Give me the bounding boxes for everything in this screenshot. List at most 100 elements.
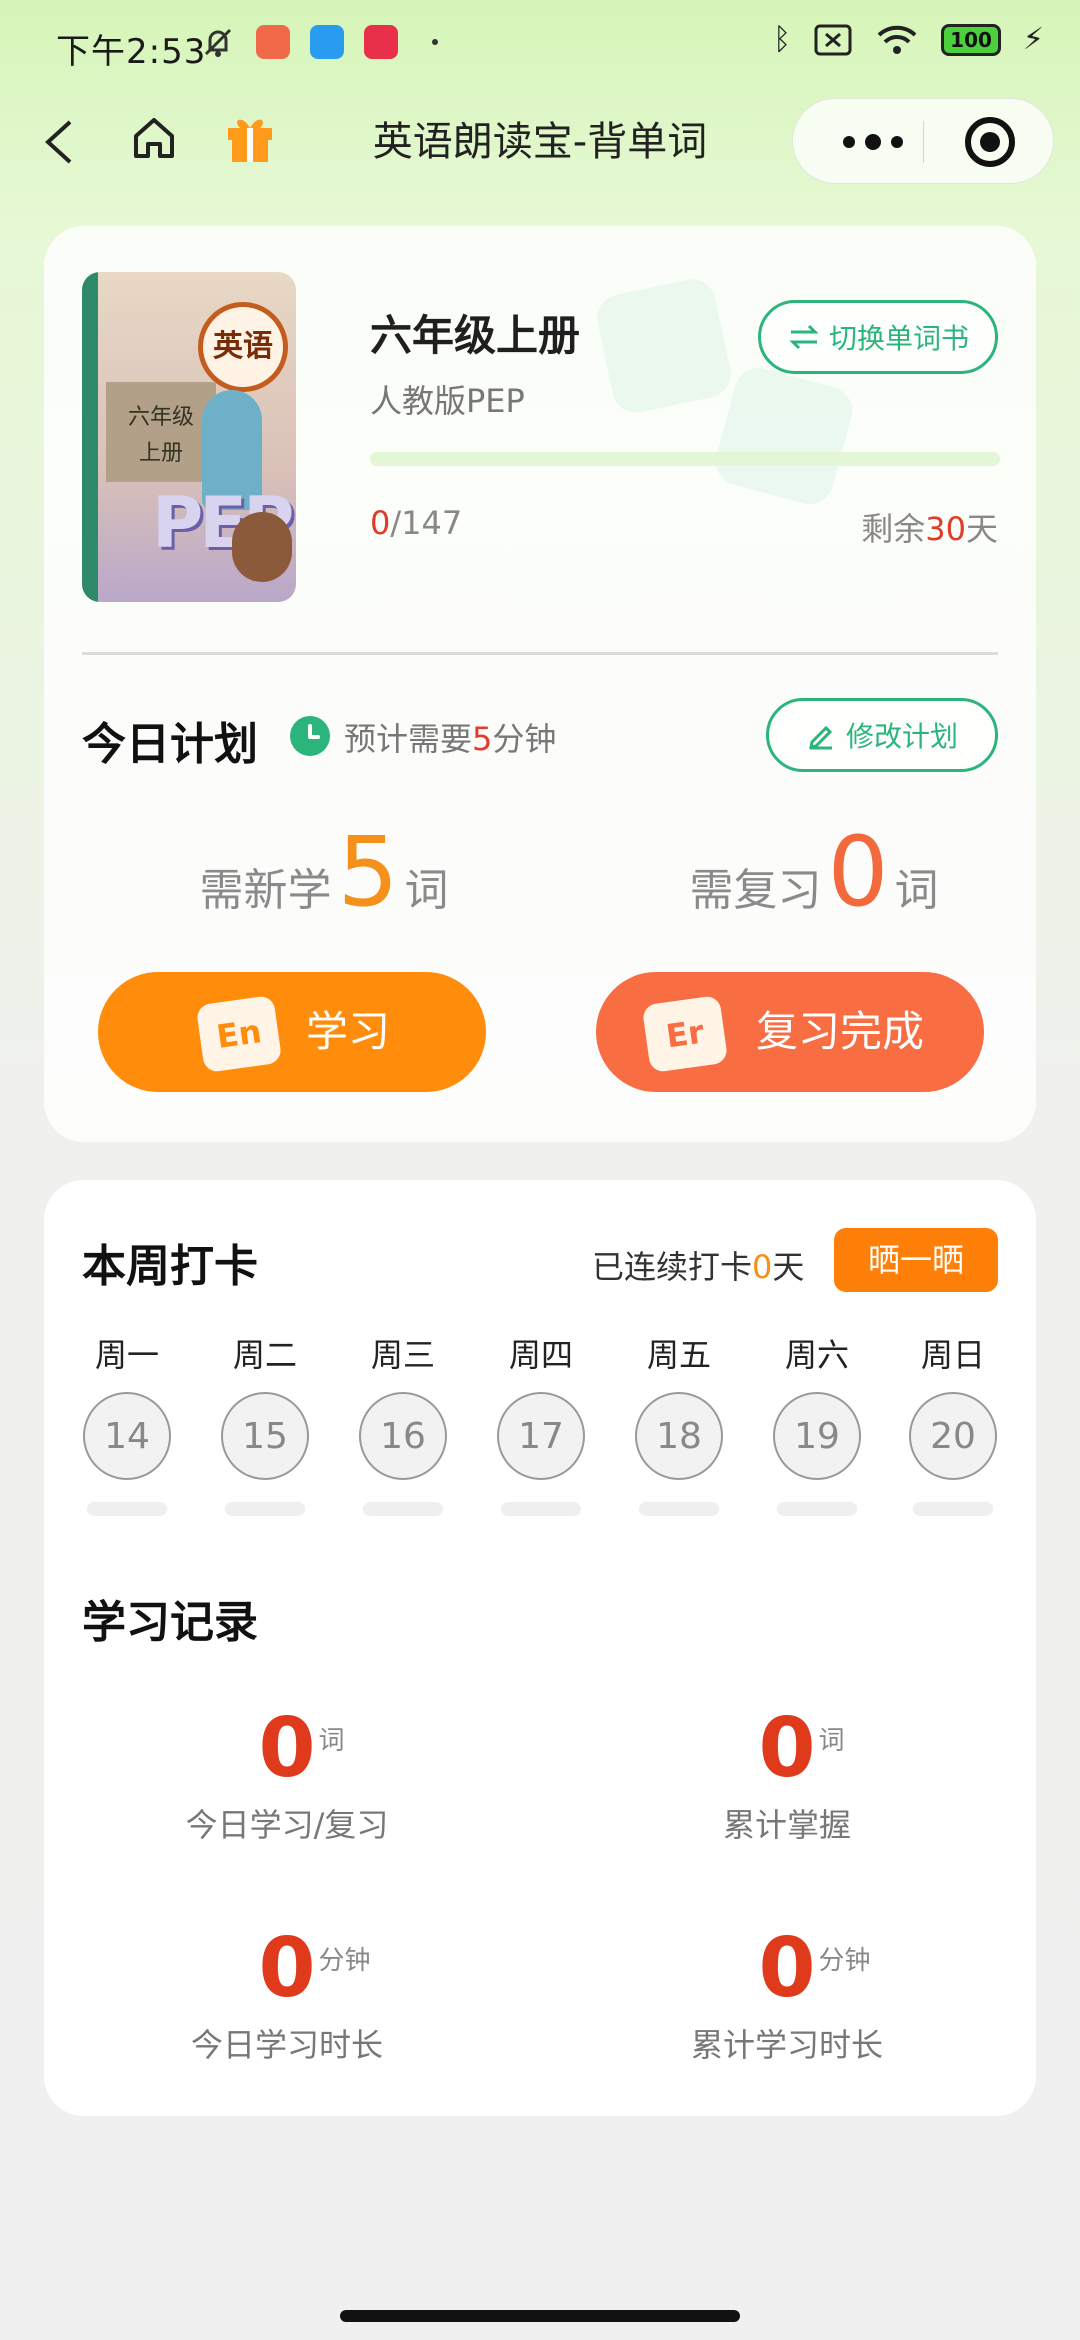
day-item[interactable]: 周三 16	[358, 1330, 448, 1516]
bluetooth-icon: ᛒ	[773, 22, 792, 57]
day-date-circle: 18	[635, 1392, 723, 1480]
day-item[interactable]: 周六 19	[772, 1330, 862, 1516]
new-words-count: 需新学 5 词	[174, 822, 474, 922]
stat-unit: 词	[318, 1726, 345, 1756]
review-done-button[interactable]: Er 复习完成	[596, 972, 984, 1092]
stat-label: 累计掌握	[722, 1806, 851, 1844]
day-date-circle: 17	[497, 1392, 585, 1480]
days-left-prefix: 剩余	[861, 510, 926, 548]
estimate-prefix: 预计需要	[344, 720, 473, 758]
day-name: 周二	[232, 1336, 297, 1374]
day-item[interactable]: 周五 18	[634, 1330, 724, 1516]
checkin-streak: 已连续打卡0天	[592, 1242, 804, 1288]
cover-grade: 六年级	[127, 405, 194, 430]
day-name: 周一	[94, 1336, 159, 1374]
gift-icon[interactable]	[222, 110, 278, 166]
cover-stripe	[82, 272, 98, 602]
day-status-bar	[501, 1502, 581, 1516]
day-date-circle: 19	[773, 1392, 861, 1480]
miniprogram-capsule	[792, 98, 1054, 184]
wifi-icon	[877, 25, 917, 54]
more-notifications-dot	[432, 39, 438, 45]
cover-term: 上册	[138, 441, 183, 466]
system-icons: ᛒ 100 ⚡	[773, 22, 1044, 57]
streak-days: 0	[752, 1248, 773, 1286]
stat-total-mastered: 0词 累计掌握	[622, 1704, 952, 1846]
stat-value: 0	[258, 1701, 316, 1796]
day-status-bar	[913, 1502, 993, 1516]
cover-grade-box: 六年级 上册	[106, 382, 216, 482]
app-notification-icon	[256, 25, 290, 59]
stat-value: 0	[758, 1921, 816, 2016]
day-date-circle: 15	[221, 1392, 309, 1480]
day-status-bar	[87, 1502, 167, 1516]
charging-icon: ⚡	[1022, 22, 1044, 57]
book-progress-bar	[370, 452, 1000, 466]
stat-today-duration: 0 分钟 今日学习时长	[122, 1924, 452, 2066]
cloud-app-icon	[310, 25, 344, 59]
sim-icon	[814, 24, 852, 55]
more-icon[interactable]	[833, 127, 913, 157]
study-button[interactable]: En 学习	[98, 972, 486, 1092]
day-status-bar	[777, 1502, 857, 1516]
plan-estimate: 预计需要5分钟	[344, 714, 556, 760]
days-left: 剩余30天	[861, 504, 998, 550]
estimate-minutes: 5	[472, 720, 493, 758]
study-button-label: 学习	[306, 1007, 391, 1056]
capsule-divider	[923, 121, 924, 163]
book-edition: 人教版PEP	[370, 382, 525, 420]
day-name: 周五	[646, 1336, 711, 1374]
status-time: 下午2:53	[56, 32, 207, 72]
stat-value: 0	[758, 1701, 816, 1796]
mute-bell-icon	[204, 28, 232, 57]
week-checkin-title: 本周打卡	[82, 1241, 258, 1292]
stat-total-duration: 0 分钟 累计学习时长	[622, 1924, 952, 2066]
day-item[interactable]: 周二 15	[220, 1330, 310, 1516]
stat-unit: 分钟	[818, 1946, 871, 1976]
back-icon[interactable]	[40, 114, 80, 170]
close-icon[interactable]	[965, 117, 1015, 167]
cover-bear-illustration	[232, 512, 292, 582]
er-badge-icon: Er	[641, 994, 729, 1074]
page-title: 英语朗读宝-背单词	[372, 119, 708, 165]
new-words-suffix: 词	[404, 865, 449, 916]
review-words-suffix: 词	[894, 865, 939, 916]
edit-plan-button[interactable]: 修改计划	[766, 698, 998, 772]
day-date-circle: 14	[83, 1392, 171, 1480]
book-cover-image[interactable]: 英语 六年级 上册 PEP	[82, 272, 296, 602]
plan-title: 今日计划	[82, 719, 258, 770]
home-indicator[interactable]	[340, 2310, 740, 2322]
streak-prefix: 已连续打卡	[592, 1248, 753, 1286]
home-icon[interactable]	[126, 110, 182, 166]
checkin-records-card: 本周打卡 已连续打卡0天 晒一晒 周一 14 周二 15 周三 16 周四 17…	[44, 1180, 1036, 2116]
clock-icon	[290, 716, 330, 756]
day-name: 周六	[784, 1336, 849, 1374]
battery-indicator: 100	[941, 23, 1001, 56]
streak-suffix: 天	[772, 1248, 805, 1286]
study-records-title: 学习记录	[82, 1597, 258, 1648]
section-divider	[82, 652, 998, 655]
day-name: 周三	[370, 1336, 435, 1374]
review-words-prefix: 需复习	[689, 865, 822, 916]
en-badge-icon: En	[195, 994, 283, 1074]
day-status-bar	[225, 1502, 305, 1516]
book-plan-card: 英语 六年级 上册 PEP 六年级上册 人教版PEP 切换单词书 0/147 剩…	[44, 226, 1036, 1142]
switch-wordbook-button[interactable]: 切换单词书	[758, 300, 998, 374]
progress-count: 0/147	[370, 504, 462, 542]
week-days: 周一 14 周二 15 周三 16 周四 17 周五 18 周六 19 周日 2…	[82, 1330, 998, 1530]
nav-bar: 英语朗读宝-背单词	[0, 96, 1080, 188]
share-button[interactable]: 晒一晒	[834, 1228, 998, 1292]
status-bar: 下午2:53 ᛒ 100 ⚡	[0, 0, 1080, 96]
total-count: /147	[390, 504, 463, 542]
stat-value: 0	[258, 1921, 316, 2016]
edit-plan-label: 修改计划	[845, 720, 958, 753]
new-words-prefix: 需新学	[199, 865, 332, 916]
day-item[interactable]: 周一 14	[82, 1330, 172, 1516]
switch-wordbook-label: 切换单词书	[828, 322, 969, 355]
notification-icons	[200, 24, 438, 60]
stat-label: 累计学习时长	[690, 2026, 883, 2064]
review-words-number: 0	[827, 816, 889, 928]
day-item[interactable]: 周四 17	[496, 1330, 586, 1516]
day-item[interactable]: 周日 20	[908, 1330, 998, 1516]
day-date-circle: 20	[909, 1392, 997, 1480]
